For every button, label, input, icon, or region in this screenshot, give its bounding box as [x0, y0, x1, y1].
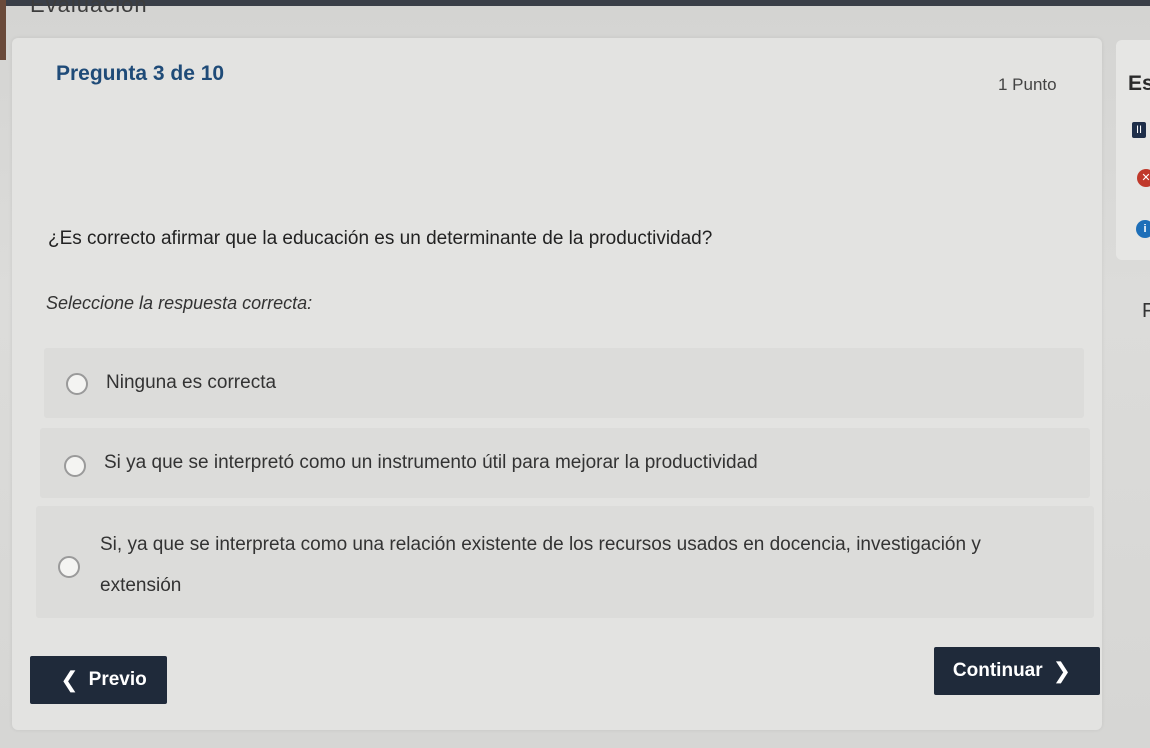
answer-option-1[interactable]: Ninguna es correcta	[44, 348, 1084, 418]
radio-button[interactable]	[58, 556, 80, 578]
top-bar	[0, 0, 1150, 6]
close-icon[interactable]: ✕	[1137, 169, 1150, 187]
question-counter: Pregunta 3 de 10	[56, 62, 225, 85]
answer-option-label: Si ya que se interpretó como un instrume…	[104, 452, 758, 473]
side-panel-fragment: F	[1142, 300, 1150, 322]
question-text: ¿Es correcto afirmar que la educación es…	[48, 228, 713, 249]
answer-option-label: Ninguna es correcta	[106, 372, 277, 393]
question-points: 1 Punto	[998, 75, 1057, 94]
info-icon[interactable]: i	[1136, 220, 1150, 238]
chevron-right-icon: ❯	[1052, 658, 1072, 683]
continue-button-label: Continuar	[952, 660, 1043, 681]
previous-button[interactable]: ❮ Previo	[30, 656, 167, 704]
page-header-title: Evaluación	[30, 0, 148, 17]
side-panel-title: Es	[1128, 72, 1150, 95]
question-instruction: Seleccione la respuesta correcta:	[46, 293, 313, 313]
answer-option-label: Si, ya que se interpreta como una relaci…	[100, 534, 981, 596]
continue-button[interactable]: Continuar ❯	[934, 647, 1100, 695]
radio-button[interactable]	[66, 373, 88, 395]
evaluation-page: Evaluación Pregunta 3 de 10 1 Punto ¿Es …	[0, 0, 1150, 748]
chevron-left-icon: ❮	[60, 667, 79, 692]
answer-option-3[interactable]: Si, ya que se interpreta como una relaci…	[36, 506, 1094, 618]
left-edge-strip	[0, 0, 6, 60]
answer-option-2[interactable]: Si ya que se interpretó como un instrume…	[40, 428, 1090, 498]
previous-button-label: Previo	[88, 669, 147, 690]
radio-button[interactable]	[64, 455, 86, 477]
pause-icon[interactable]: II	[1132, 122, 1146, 138]
